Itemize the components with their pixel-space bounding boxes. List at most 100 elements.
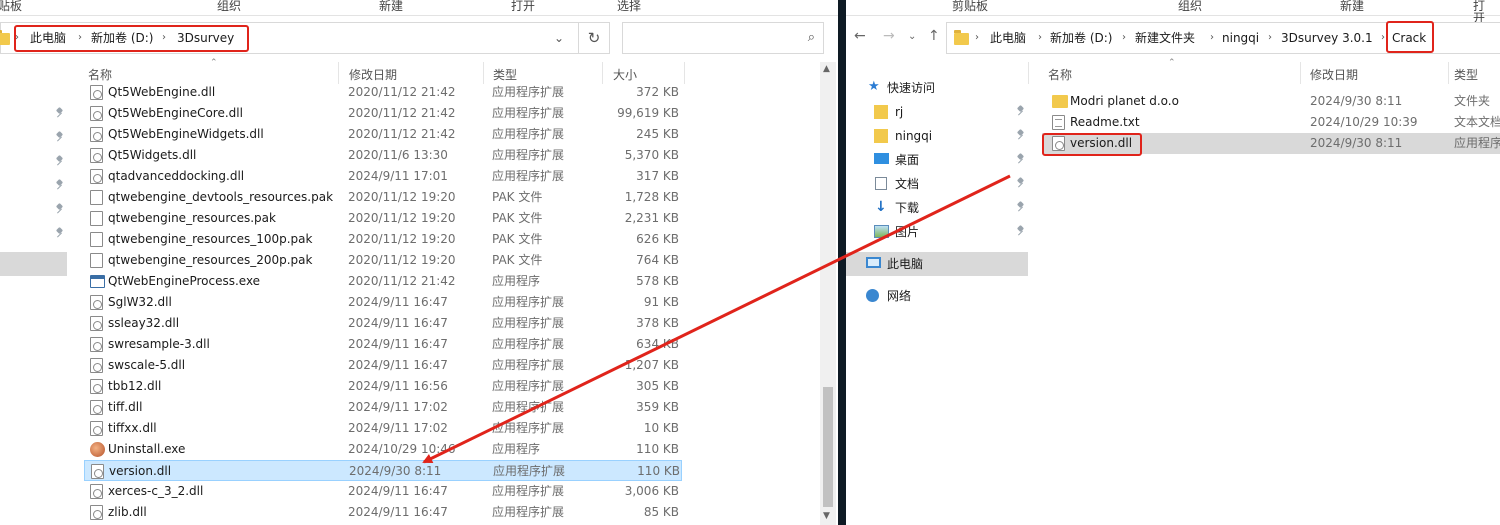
file-size: 245 KB xyxy=(636,127,679,141)
file-row[interactable]: qtwebengine_devtools_resources.pak 2020/1… xyxy=(84,187,682,208)
crumb-ningqi[interactable]: ningqi xyxy=(1222,23,1259,53)
ribbon-clipboard[interactable]: 剪贴板 xyxy=(952,0,988,12)
file-row[interactable]: QtWebEngineProcess.exe 2020/11/12 21:42 应用… xyxy=(84,271,682,292)
ribbon-clipboard[interactable]: 贴板 xyxy=(0,0,22,12)
file-name: tiff.dll xyxy=(108,400,143,414)
txt-icon xyxy=(1052,115,1065,130)
column-size[interactable]: 大小 xyxy=(613,66,637,83)
nav-item[interactable]: 网络 xyxy=(846,284,1028,308)
file-type: 应用程序扩展 xyxy=(492,127,565,141)
file-row[interactable]: qtwebengine_resources.pak 2020/11/12 19:2… xyxy=(84,208,682,229)
file-date: 2024/9/11 16:56 xyxy=(348,379,448,393)
folder-icon xyxy=(874,105,888,119)
file-row[interactable]: version.dll 2024/9/30 8:11 应用程序扩展 110 KB xyxy=(84,460,682,481)
file-row[interactable]: SglW32.dll 2024/9/11 16:47 应用程序扩展 91 KB xyxy=(84,292,682,313)
file-size: 99,619 KB xyxy=(617,106,679,120)
folder-icon xyxy=(874,129,888,143)
nav-item[interactable]: ★ 快速访问 xyxy=(846,76,1028,100)
file-row[interactable]: Qt5WebEngine.dll 2020/11/12 21:42 应用程序扩展 37… xyxy=(84,82,682,103)
picture-icon xyxy=(874,225,889,238)
nav-selected-item[interactable] xyxy=(0,252,67,276)
scroll-thumb[interactable] xyxy=(823,387,833,507)
crumb-new-folder[interactable]: 新建文件夹 xyxy=(1135,23,1195,53)
file-row[interactable]: tbb12.dll 2024/9/11 16:56 应用程序扩展 305 KB xyxy=(84,376,682,397)
crumb-drive-d[interactable]: 新加卷 (D:) xyxy=(1050,23,1112,53)
ribbon-new[interactable]: 新建 xyxy=(379,0,403,12)
file-name: swscale-5.dll xyxy=(108,358,186,372)
file-row[interactable]: swscale-5.dll 2024/9/11 16:47 应用程序扩展 1,207 … xyxy=(84,355,682,376)
nav-item[interactable]: 图片 xyxy=(846,220,1028,244)
column-name[interactable]: 名称 xyxy=(1048,66,1072,83)
nav-item[interactable]: 此电脑 xyxy=(846,252,1028,276)
window-divider xyxy=(838,0,846,525)
file-row[interactable]: Readme.txt 2024/10/29 10:39 文本文档 xyxy=(1042,112,1500,133)
search-input[interactable]: ⌕ xyxy=(622,22,824,54)
file-name: Readme.txt xyxy=(1070,115,1140,129)
ribbon-organize[interactable]: 组织 xyxy=(1178,0,1202,12)
download-icon: ↓ xyxy=(875,199,887,215)
nav-item[interactable]: 桌面 xyxy=(846,148,1028,172)
file-row[interactable]: qtwebengine_resources_200p.pak 2020/11/12… xyxy=(84,250,682,271)
file-row[interactable]: Qt5Widgets.dll 2020/11/6 13:30 应用程序扩展 5,370… xyxy=(84,145,682,166)
left-ribbon: 贴板 组织 新建 打开 选择 xyxy=(0,0,838,16)
file-type: 应用程序扩展 xyxy=(493,464,566,478)
file-type: 应用程序扩展 xyxy=(492,337,565,351)
file-row[interactable]: Modri planet d.o.o 2024/9/30 8:11 文件夹 xyxy=(1042,91,1500,112)
crumb-this-pc[interactable]: 此电脑 xyxy=(990,23,1026,53)
file-name: Qt5Widgets.dll xyxy=(108,148,197,162)
nav-item[interactable]: ↓ 下载 xyxy=(846,196,1028,220)
nav-item[interactable]: ningqi xyxy=(846,124,1028,148)
file-date: 2024/9/30 8:11 xyxy=(1310,94,1403,108)
column-type[interactable]: 类型 xyxy=(1454,66,1478,83)
file-row[interactable]: qtadvanceddocking.dll 2024/9/11 17:01 应用程序… xyxy=(84,166,682,187)
file-row[interactable]: Uninstall.exe 2024/10/29 10:46 应用程序 110 KB xyxy=(84,439,682,460)
chevron-down-icon[interactable]: ⌄ xyxy=(554,23,564,53)
file-name: tbb12.dll xyxy=(108,379,162,393)
scroll-down-icon[interactable]: ▼ xyxy=(823,511,830,521)
file-row[interactable]: qtwebengine_resources_100p.pak 2020/11/12… xyxy=(84,229,682,250)
file-date: 2024/9/11 17:01 xyxy=(348,169,448,183)
nav-item[interactable]: 文档 xyxy=(846,172,1028,196)
file-row[interactable]: ssleay32.dll 2024/9/11 16:47 应用程序扩展 378 KB xyxy=(84,313,682,334)
nav-item[interactable]: rj xyxy=(846,100,1028,124)
column-name[interactable]: 名称 xyxy=(88,66,112,83)
nav-item-label: 网络 xyxy=(887,289,912,303)
column-date[interactable]: 修改日期 xyxy=(349,66,397,83)
file-row[interactable]: Qt5WebEngineCore.dll 2020/11/12 21:42 应用程序… xyxy=(84,103,682,124)
chevron-right-icon: › xyxy=(1210,32,1214,43)
pin-icon xyxy=(55,180,63,190)
file-name: Modri planet d.o.o xyxy=(1070,94,1179,108)
dll-icon xyxy=(90,400,103,415)
ribbon-open[interactable]: 打开 xyxy=(511,0,535,12)
left-column-header: 名称 ⌃ 修改日期 类型 大小 xyxy=(80,58,820,84)
file-row[interactable]: swresample-3.dll 2024/9/11 16:47 应用程序扩展 634… xyxy=(84,334,682,355)
scroll-up-icon[interactable]: ▲ xyxy=(823,64,830,74)
dll-icon xyxy=(90,169,103,184)
chevron-right-icon: › xyxy=(975,32,979,43)
column-type[interactable]: 类型 xyxy=(493,66,517,83)
nav-item-label: 下载 xyxy=(895,201,920,215)
file-row[interactable]: Qt5WebEngineWidgets.dll 2020/11/12 21:42 应… xyxy=(84,124,682,145)
document-icon xyxy=(875,177,887,190)
file-size: 378 KB xyxy=(636,316,679,330)
left-scrollbar[interactable]: ▲ ▼ xyxy=(820,62,836,525)
crumb-3dsurvey-301[interactable]: 3Dsurvey 3.0.1 xyxy=(1281,23,1373,53)
file-row[interactable]: tiffxx.dll 2024/9/11 17:02 应用程序扩展 10 KB xyxy=(84,418,682,439)
ribbon-select[interactable]: 选择 xyxy=(617,0,641,12)
file-size: 626 KB xyxy=(636,232,679,246)
file-name: xerces-c_3_2.dll xyxy=(108,484,204,498)
file-size: 2,231 KB xyxy=(624,211,679,225)
file-row[interactable]: zlib.dll 2024/9/11 16:47 应用程序扩展 85 KB xyxy=(84,502,682,523)
file-row[interactable]: xerces-c_3_2.dll 2024/9/11 16:47 应用程序扩展 3,0… xyxy=(84,481,682,502)
file-type: PAK 文件 xyxy=(492,211,543,225)
file-row[interactable]: tiff.dll 2024/9/11 17:02 应用程序扩展 359 KB xyxy=(84,397,682,418)
ribbon-new[interactable]: 新建 xyxy=(1340,0,1364,12)
refresh-icon[interactable]: ↻ xyxy=(578,22,610,54)
ribbon-organize[interactable]: 组织 xyxy=(217,0,241,12)
file-icon xyxy=(90,253,103,268)
file-size: 1,207 KB xyxy=(624,358,679,372)
sort-up-icon: ⌃ xyxy=(210,58,218,68)
pin-icon xyxy=(55,156,63,166)
column-date[interactable]: 修改日期 xyxy=(1310,66,1358,83)
network-icon xyxy=(866,289,879,302)
